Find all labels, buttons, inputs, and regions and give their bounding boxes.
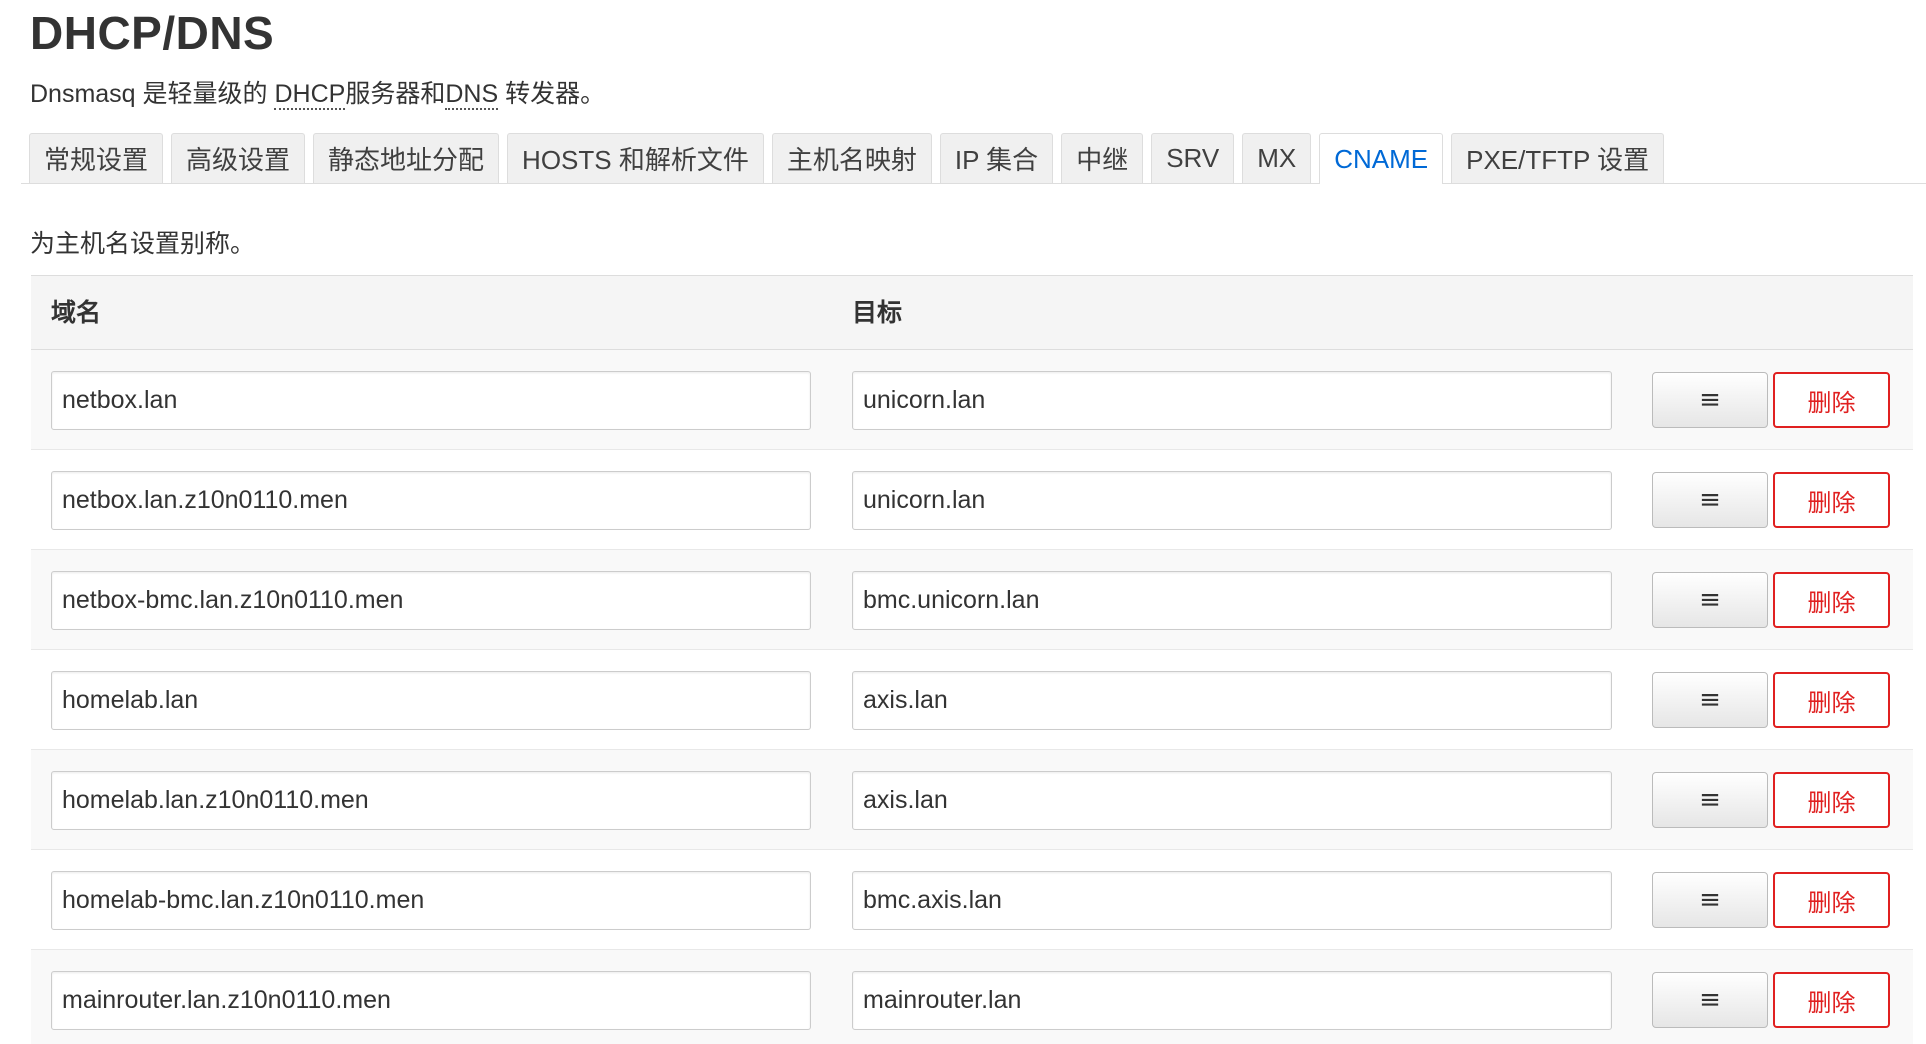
column-header-domain: 域名 xyxy=(51,299,102,327)
column-header-target: 目标 xyxy=(852,299,903,327)
page-desc-prefix: Dnsmasq 是轻量级的 xyxy=(30,80,275,108)
tab-4[interactable]: 主机名映射 xyxy=(771,133,932,183)
dhcp-abbr: DHCP xyxy=(274,80,346,110)
tab-3[interactable]: HOSTS 和解析文件 xyxy=(507,133,764,183)
target-input[interactable] xyxy=(852,471,1612,530)
table-row: ≡ 删除 xyxy=(31,350,1913,450)
target-input[interactable] xyxy=(852,371,1612,430)
delete-button[interactable]: 删除 xyxy=(1773,672,1890,728)
hamburger-icon: ≡ xyxy=(1699,385,1721,415)
table-row: ≡ 删除 xyxy=(31,550,1913,650)
drag-sort-button[interactable]: ≡ xyxy=(1652,472,1768,528)
tab-cname-active[interactable]: CNAME xyxy=(1319,133,1444,184)
domain-input[interactable] xyxy=(51,771,811,830)
domain-input[interactable] xyxy=(51,871,811,930)
table-header: 域名 目标 xyxy=(31,275,1913,350)
tab-10[interactable]: PXE/TFTP 设置 xyxy=(1451,133,1665,183)
tab-6[interactable]: 中继 xyxy=(1061,133,1144,183)
page-desc-suffix: 转发器。 xyxy=(498,80,606,108)
tab-1[interactable]: 高级设置 xyxy=(171,133,306,183)
hamburger-icon: ≡ xyxy=(1699,785,1721,815)
hamburger-icon: ≡ xyxy=(1699,685,1721,715)
tab-2[interactable]: 静态地址分配 xyxy=(313,133,500,183)
delete-button[interactable]: 删除 xyxy=(1773,872,1890,928)
domain-input[interactable] xyxy=(51,671,811,730)
section-description: 为主机名设置别称。 xyxy=(30,230,256,258)
tab-bar: 常规设置 高级设置 静态地址分配 HOSTS 和解析文件 主机名映射 IP 集合 中继 SRV… xyxy=(21,133,1926,184)
page: DHCP/DNS Dnsmasq 是轻量级的 DHCP服务器和DNS 转发器。 … xyxy=(0,0,1926,1044)
hamburger-icon: ≡ xyxy=(1699,485,1721,515)
table-row: ≡ 删除 xyxy=(31,950,1913,1044)
domain-input[interactable] xyxy=(51,571,811,630)
drag-sort-button[interactable]: ≡ xyxy=(1652,972,1768,1028)
target-input[interactable] xyxy=(852,571,1612,630)
page-title: DHCP/DNS xyxy=(30,7,275,59)
table-row: ≡ 删除 xyxy=(31,850,1913,950)
delete-button[interactable]: 删除 xyxy=(1773,472,1890,528)
delete-button[interactable]: 删除 xyxy=(1773,972,1890,1028)
drag-sort-button[interactable]: ≡ xyxy=(1652,672,1768,728)
drag-sort-button[interactable]: ≡ xyxy=(1652,772,1768,828)
target-input[interactable] xyxy=(852,771,1612,830)
drag-sort-button[interactable]: ≡ xyxy=(1652,572,1768,628)
table-body: ≡ 删除 ≡ 删除 ≡ 删除 ≡ 删除 ≡ 删除 ≡ 删除 ≡ 删除 xyxy=(31,350,1913,1044)
page-desc-middle: 服务器和 xyxy=(345,80,446,108)
delete-button[interactable]: 删除 xyxy=(1773,572,1890,628)
tab-7[interactable]: SRV xyxy=(1151,133,1235,183)
domain-input[interactable] xyxy=(51,371,811,430)
tab-0[interactable]: 常规设置 xyxy=(29,133,164,183)
hamburger-icon: ≡ xyxy=(1699,585,1721,615)
page-description: Dnsmasq 是轻量级的 DHCP服务器和DNS 转发器。 xyxy=(30,74,605,110)
hamburger-icon: ≡ xyxy=(1699,985,1721,1015)
table-row: ≡ 删除 xyxy=(31,750,1913,850)
dns-abbr: DNS xyxy=(445,80,499,110)
cname-table: 域名 目标 ≡ 删除 ≡ 删除 ≡ 删除 ≡ 删除 ≡ 删除 ≡ 删除 ≡ 删除 xyxy=(31,275,1913,1044)
hamburger-icon: ≡ xyxy=(1699,885,1721,915)
drag-sort-button[interactable]: ≡ xyxy=(1652,872,1768,928)
tab-8[interactable]: MX xyxy=(1242,133,1312,183)
delete-button[interactable]: 删除 xyxy=(1773,772,1890,828)
drag-sort-button[interactable]: ≡ xyxy=(1652,372,1768,428)
target-input[interactable] xyxy=(852,971,1612,1030)
target-input[interactable] xyxy=(852,671,1612,730)
domain-input[interactable] xyxy=(51,971,811,1030)
domain-input[interactable] xyxy=(51,471,811,530)
table-row: ≡ 删除 xyxy=(31,450,1913,550)
target-input[interactable] xyxy=(852,871,1612,930)
table-row: ≡ 删除 xyxy=(31,650,1913,750)
delete-button[interactable]: 删除 xyxy=(1773,372,1890,428)
tab-5[interactable]: IP 集合 xyxy=(939,133,1054,183)
